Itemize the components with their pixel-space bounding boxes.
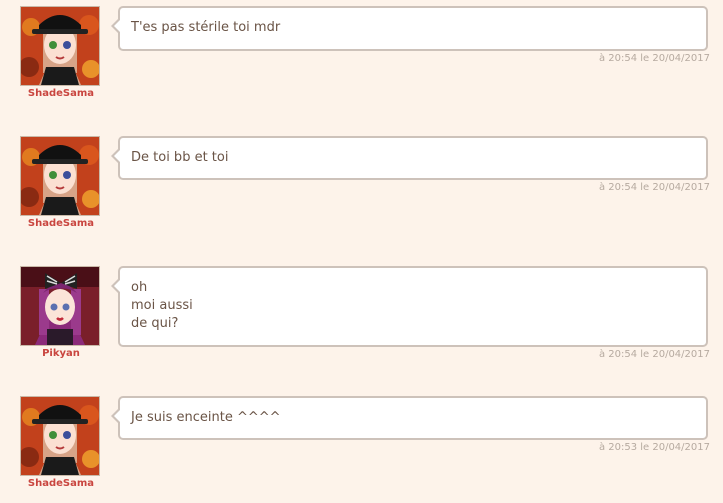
username[interactable]: Pikyan xyxy=(0,348,122,359)
message-text-line: moi aussi xyxy=(131,298,193,313)
username[interactable]: ShadeSama xyxy=(0,218,122,229)
shadesama-avatar[interactable] xyxy=(20,136,100,216)
message-bubble: Je suis enceinte ^^^^ xyxy=(111,396,708,440)
username[interactable]: ShadeSama xyxy=(0,478,122,489)
message-text: De toi bb et toi xyxy=(131,150,229,165)
message-bubble: De toi bb et toi xyxy=(111,136,708,180)
message-timestamp: à 20:54 le 20/04/2017 xyxy=(598,182,710,193)
message-timestamp: à 20:54 le 20/04/2017 xyxy=(598,349,710,360)
shadesama-avatar[interactable] xyxy=(20,6,100,86)
message-text: T'es pas stérile toi mdr xyxy=(131,20,281,35)
message-timestamp: à 20:53 le 20/04/2017 xyxy=(598,442,710,453)
message-timestamp: à 20:54 le 20/04/2017 xyxy=(598,53,710,64)
pikyan-avatar[interactable] xyxy=(20,266,100,346)
username[interactable]: ShadeSama xyxy=(0,88,122,99)
message-text-line: oh xyxy=(131,280,148,295)
message-text: Je suis enceinte ^^^^ xyxy=(131,410,281,425)
message-bubble: oh moi aussi de qui? xyxy=(111,266,708,347)
message-bubble: T'es pas stérile toi mdr xyxy=(111,6,708,51)
shadesama-avatar[interactable] xyxy=(20,396,100,476)
message-text-line: de qui? xyxy=(131,316,179,331)
